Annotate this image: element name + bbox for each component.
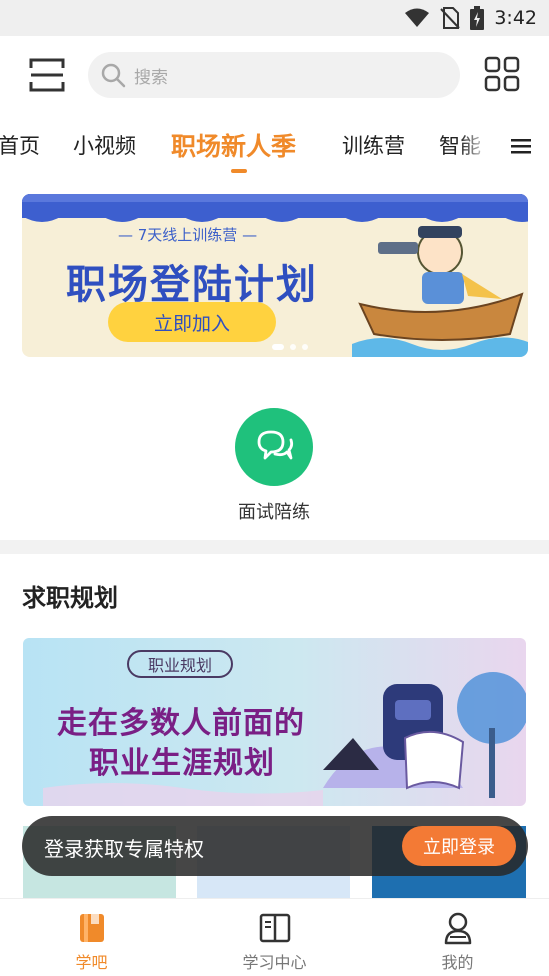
nav-item-label: 我的	[441, 953, 474, 972]
interview-practice-icon-circle	[235, 408, 313, 486]
section-title: 求职规划	[22, 584, 118, 612]
chat-bubbles-icon	[257, 430, 294, 460]
nav-item-label: 学习中心	[242, 953, 307, 972]
interview-practice-entry[interactable]: 面试陪练	[214, 406, 334, 526]
career-headline-line1: 走在多数人前面的	[57, 706, 305, 741]
section-divider	[0, 540, 549, 554]
battery-icon	[470, 6, 485, 30]
hamburger-menu-icon	[510, 139, 531, 154]
career-tag: 职业规划	[127, 650, 233, 678]
login-prompt-bar: 登录获取专属特权 立即登录	[22, 816, 528, 876]
profile-icon	[444, 912, 472, 945]
career-planning-banner[interactable]: 职业规划 走在多数人前面的 职业生涯规划	[23, 638, 526, 806]
apps-grid-button[interactable]	[484, 56, 520, 92]
search-input[interactable]: 搜索	[88, 52, 460, 98]
category-tabs: 首页 小视频 职场新人季 训练营 智能	[0, 116, 549, 176]
banner-subtitle: — 7天线上训练营 —	[118, 226, 258, 244]
tab-short-video[interactable]: 小视频	[73, 130, 136, 160]
login-prompt-text: 登录获取专属特权	[44, 837, 204, 861]
carousel-dot	[302, 344, 308, 350]
tab-training-camp[interactable]: 训练营	[342, 130, 405, 160]
tab-home[interactable]: 首页	[0, 130, 40, 160]
login-button[interactable]: 立即登录	[402, 826, 516, 866]
nav-item-xueba[interactable]: 学吧	[0, 899, 183, 976]
scan-icon	[29, 58, 65, 92]
apps-grid-icon	[484, 56, 520, 92]
tab-newcomer-season[interactable]: 职场新人季	[171, 127, 296, 163]
nav-item-study-center[interactable]: 学习中心	[183, 899, 366, 976]
bottom-nav: 学吧 学习中心 我的	[0, 898, 549, 976]
book-icon	[80, 914, 104, 942]
tab-menu-button[interactable]	[492, 116, 549, 176]
status-bar: 3:42	[0, 0, 549, 36]
app-screen: 3:42 搜索 首页 小视频 职场新人季 训练营 — 7天线上训练营 — 职场登…	[0, 0, 549, 976]
active-tab-indicator	[231, 169, 247, 173]
interview-practice-label: 面试陪练	[238, 502, 310, 523]
career-headline-line2: 职业生涯规划	[89, 746, 275, 781]
wifi-icon	[405, 8, 430, 27]
search-placeholder: 搜索	[134, 67, 168, 88]
tab-fade	[460, 116, 490, 176]
scan-button[interactable]	[28, 56, 66, 94]
carousel-dot	[290, 344, 296, 350]
status-time: 3:42	[494, 7, 537, 29]
banner-join-button[interactable]: 立即加入	[108, 302, 276, 342]
open-book-icon	[259, 913, 291, 943]
search-icon	[101, 63, 126, 88]
carousel-dots	[272, 344, 308, 350]
nav-item-label: 学吧	[75, 953, 108, 972]
no-sim-icon	[440, 7, 461, 29]
top-bar: 搜索	[0, 36, 549, 112]
promo-banner[interactable]: — 7天线上训练营 — 职场登陆计划 立即加入	[22, 194, 528, 357]
nav-item-mine[interactable]: 我的	[366, 899, 549, 976]
carousel-dot-active	[272, 344, 284, 350]
